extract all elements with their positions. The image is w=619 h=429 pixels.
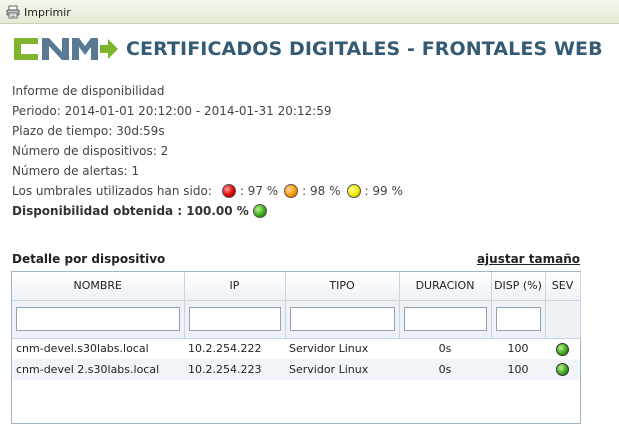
red-status-icon	[221, 184, 236, 198]
filter-nombre-input[interactable]	[16, 307, 180, 331]
table-header-row: NOMBRE IP TIPO DURACION DISP (%) SEV	[12, 272, 581, 301]
cell-sev	[545, 359, 580, 380]
detail-title: Detalle por dispositivo	[12, 252, 166, 266]
cell-name: cnm-devel.s30labs.local	[16, 342, 149, 356]
brand-header: CERTIFICADOS DIGITALES - FRONTALES WEB	[12, 36, 603, 62]
report-heading: Informe de disponibilidad	[12, 84, 165, 98]
resize-link[interactable]: ajustar tamaño	[477, 252, 580, 266]
availability-line: Disponibilidad obtenida : 100.00 %	[12, 201, 612, 221]
column-header-nombre[interactable]: NOMBRE	[12, 272, 185, 301]
page-title: CERTIFICADOS DIGITALES - FRONTALES WEB	[126, 38, 603, 60]
threshold-orange-value: : 98 %	[302, 184, 341, 198]
threshold-red-value: : 97 %	[239, 184, 279, 198]
column-header-duracion[interactable]: DURACION	[399, 272, 492, 301]
cnm-logo	[14, 38, 118, 60]
cell-sev	[545, 338, 580, 359]
report-period: Periodo: 2014-01-01 20:12:00 - 2014-01-3…	[12, 104, 332, 118]
cell-duration: 0s	[399, 359, 491, 380]
column-header-tipo[interactable]: TIPO	[285, 272, 400, 301]
yellow-status-icon	[346, 184, 361, 198]
cell-disp: 100	[507, 342, 529, 356]
print-button[interactable]: Imprimir	[6, 4, 71, 20]
report-info: Informe de disponibilidad Periodo: 2014-…	[12, 81, 612, 221]
cell-ip: 10.2.254.223	[184, 359, 285, 380]
green-status-icon	[556, 342, 569, 356]
printer-icon	[6, 5, 20, 19]
green-status-icon	[556, 363, 569, 377]
orange-status-icon	[284, 184, 299, 198]
report-alerts: Número de alertas: 1	[12, 164, 140, 178]
column-header-ip[interactable]: IP	[184, 272, 286, 301]
report-timeframe: Plazo de tiempo: 30d:59s	[12, 124, 165, 138]
threshold-yellow-value: : 99 %	[364, 184, 403, 198]
filter-duracion-input[interactable]	[403, 307, 487, 331]
report-thresholds: Los umbrales utilizados han sido: : 97 %…	[12, 181, 612, 201]
green-status-icon	[252, 204, 267, 218]
cell-type: Servidor Linux	[285, 359, 399, 380]
availability-text: Disponibilidad obtenida : 100.00 %	[12, 204, 249, 218]
filter-tipo-input[interactable]	[289, 307, 395, 331]
toolbar: Imprimir	[0, 0, 619, 24]
report-devices: Número de dispositivos: 2	[12, 144, 169, 158]
filter-row	[12, 300, 581, 339]
filter-disp-input[interactable]	[495, 307, 541, 331]
column-header-sev[interactable]: SEV	[545, 272, 581, 301]
cell-duration: 0s	[438, 342, 452, 356]
table-row[interactable]: cnm-devel 2.s30labs.local 10.2.254.223 S…	[12, 359, 580, 380]
thresholds-label: Los umbrales utilizados han sido:	[12, 184, 212, 198]
cell-disp: 100	[491, 359, 545, 380]
print-label: Imprimir	[24, 5, 71, 19]
cell-name: cnm-devel 2.s30labs.local	[12, 359, 184, 380]
device-table: NOMBRE IP TIPO DURACION DISP (%) SEV cnm…	[11, 271, 581, 424]
filter-sev-empty	[545, 300, 581, 339]
filter-ip-input[interactable]	[188, 307, 281, 331]
table-row[interactable]: cnm-devel.s30labs.local 10.2.254.222 Ser…	[12, 338, 580, 359]
cell-ip: 10.2.254.222	[188, 342, 262, 356]
column-header-disp[interactable]: DISP (%)	[491, 272, 546, 301]
cell-type: Servidor Linux	[289, 342, 369, 356]
